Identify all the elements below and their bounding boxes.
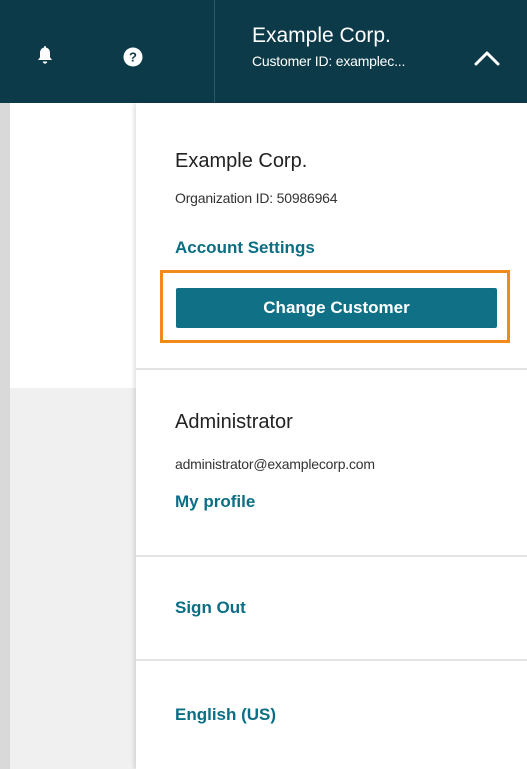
menu-divider — [136, 659, 527, 661]
menu-divider — [136, 555, 527, 557]
header-org-name[interactable]: Example Corp. — [252, 24, 391, 48]
chevron-up-icon[interactable] — [474, 50, 500, 66]
sign-out-link[interactable]: Sign Out — [175, 598, 246, 618]
account-settings-link[interactable]: Account Settings — [175, 238, 315, 258]
change-customer-button[interactable]: Change Customer — [176, 288, 497, 328]
language-link[interactable]: English (US) — [175, 705, 276, 725]
menu-divider — [136, 368, 527, 370]
help-icon[interactable]: ? — [123, 47, 143, 67]
page-background-strip — [0, 103, 10, 769]
my-profile-link[interactable]: My profile — [175, 492, 255, 512]
svg-text:?: ? — [129, 50, 137, 65]
menu-user-role: Administrator — [175, 411, 293, 433]
top-bar: ? Example Corp. Customer ID: examplec... — [0, 0, 527, 103]
bell-icon[interactable] — [36, 46, 54, 66]
page-background — [10, 388, 136, 769]
menu-user-email: administrator@examplecorp.com — [175, 456, 375, 472]
menu-org-name: Example Corp. — [175, 150, 308, 172]
header-divider — [214, 0, 215, 103]
menu-org-id: Organization ID: 50986964 — [175, 190, 338, 206]
header-customer-id[interactable]: Customer ID: examplec... — [252, 53, 405, 69]
